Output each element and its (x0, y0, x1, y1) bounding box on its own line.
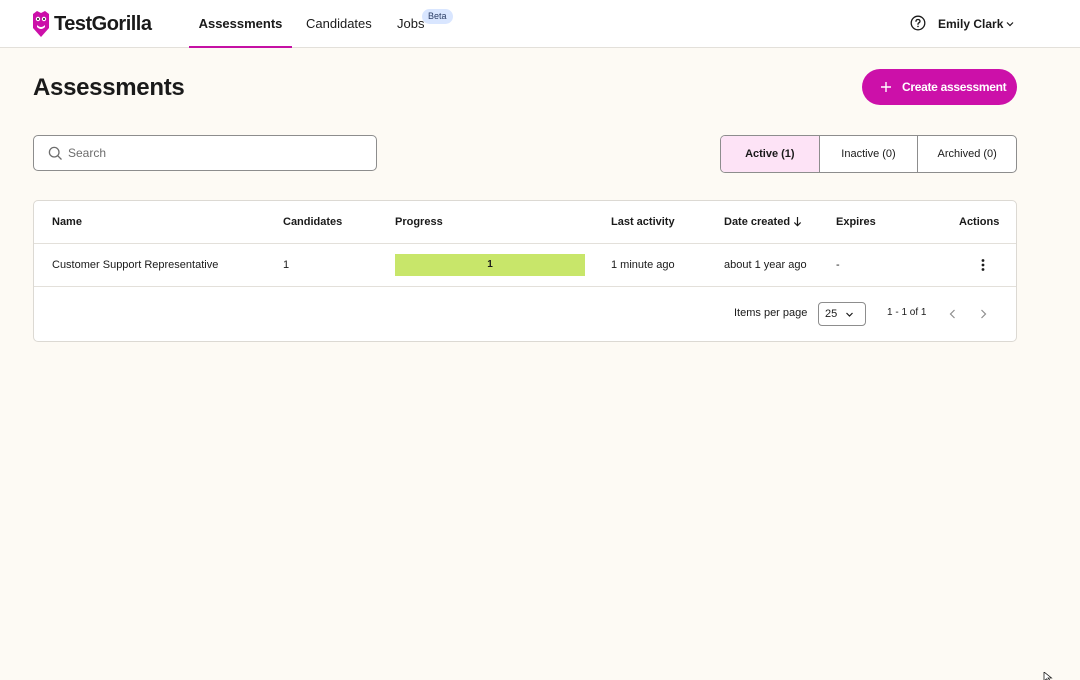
plus-icon (881, 82, 891, 92)
date-created-label: Date created (724, 216, 791, 228)
progress-bar: 1 (395, 254, 585, 276)
row-divider (34, 286, 1016, 287)
chevron-down-icon[interactable] (1005, 19, 1015, 29)
column-header-progress[interactable]: Progress (395, 216, 443, 228)
create-assessment-button[interactable]: Create assessment (862, 69, 1017, 105)
row-expires: - (836, 259, 840, 271)
more-actions-icon[interactable] (975, 257, 991, 273)
header-divider (34, 243, 1016, 244)
pagination-range: 1 - 1 of 1 (887, 307, 927, 318)
items-per-page-value: 25 (825, 308, 838, 320)
top-navigation-bar: TestGorilla Assessments Candidates Jobs … (0, 0, 1080, 48)
gorilla-logo-icon (33, 11, 49, 37)
create-assessment-label: Create assessment (902, 80, 1007, 94)
nav-jobs[interactable]: Jobs (397, 0, 424, 48)
row-last-activity: 1 minute ago (611, 259, 675, 271)
nav-assessments[interactable]: Assessments (189, 0, 292, 48)
items-per-page-label: Items per page (734, 307, 808, 319)
user-menu[interactable]: Emily Clark (938, 17, 1003, 31)
chevron-down-icon (846, 312, 853, 317)
items-per-page-select[interactable]: 25 (818, 302, 866, 326)
filter-active[interactable]: Active (1) (721, 136, 819, 172)
column-header-last-activity[interactable]: Last activity (611, 216, 675, 228)
beta-badge: Beta (422, 9, 453, 24)
nav-candidates[interactable]: Candidates (306, 0, 372, 48)
filter-inactive[interactable]: Inactive (0) (818, 136, 918, 172)
row-candidates: 1 (283, 259, 290, 271)
status-filter-tabs: Active (1) Inactive (0) Archived (0) (720, 135, 1017, 173)
column-header-expires[interactable]: Expires (836, 216, 876, 228)
chevron-left-icon[interactable] (947, 308, 959, 320)
column-header-date-created[interactable]: Date created (724, 216, 802, 228)
search-icon (48, 146, 62, 160)
row-name[interactable]: Customer Support Representative (52, 259, 218, 271)
progress-label: 1 (487, 259, 493, 270)
mouse-pointer-icon (1043, 672, 1053, 680)
column-header-candidates[interactable]: Candidates (283, 216, 342, 228)
search-box (33, 135, 377, 171)
column-header-name[interactable]: Name (52, 216, 82, 228)
row-date-created: about 1 year ago (724, 259, 807, 271)
assessments-table: Name Candidates Progress Last activity D… (33, 200, 1017, 342)
chevron-right-icon[interactable] (977, 308, 989, 320)
column-header-actions: Actions (959, 216, 1000, 228)
help-circle-icon[interactable] (910, 15, 926, 31)
filter-archived[interactable]: Archived (0) (917, 136, 1016, 172)
sort-descending-icon (793, 217, 802, 227)
brand-logo[interactable]: TestGorilla (32, 10, 152, 38)
page-title: Assessments (33, 74, 185, 101)
brand-name: TestGorilla (54, 12, 152, 35)
search-input[interactable] (68, 136, 368, 170)
